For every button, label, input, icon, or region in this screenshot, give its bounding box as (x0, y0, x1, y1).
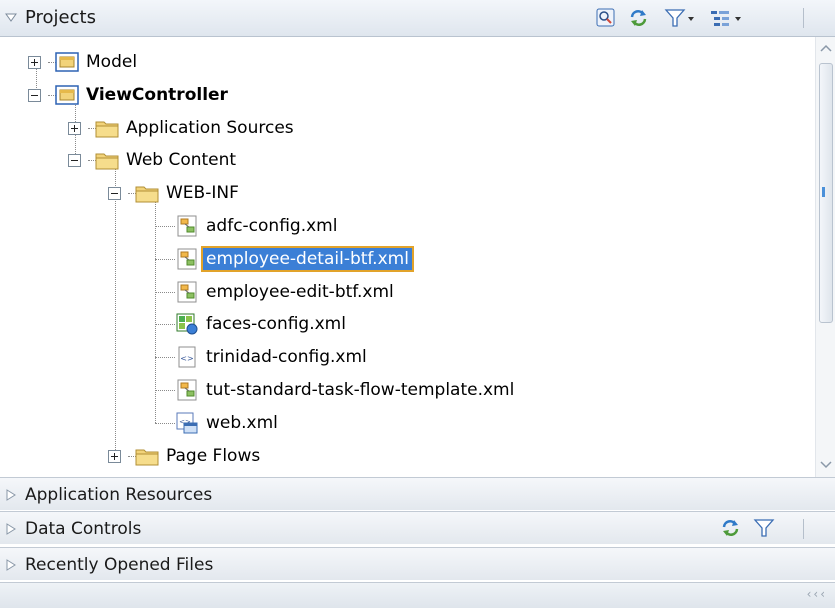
application-resources-pane[interactable]: Application Resources (0, 477, 835, 510)
folder-icon (135, 445, 163, 467)
tree-node-label: employee-edit-btf.xml (206, 281, 394, 302)
tree-vertical-scrollbar[interactable] (815, 37, 835, 477)
expand-triangle-icon[interactable] (6, 559, 16, 571)
tree-node-label: WEB-INF (166, 183, 239, 204)
recently-opened-files-pane[interactable]: Recently Opened Files (0, 547, 835, 580)
tree-node-label: ViewController (86, 84, 228, 105)
folder-icon (95, 149, 123, 171)
web-xml-icon: <> (175, 412, 203, 434)
scroll-grip (822, 187, 825, 197)
tree-node[interactable]: tut-standard-task-flow-template.xml (175, 377, 517, 403)
tree-node[interactable]: WEB-INF (135, 180, 242, 206)
tree-node[interactable]: Model (55, 49, 140, 75)
faces-config-icon (175, 313, 203, 335)
data-controls-title: Data Controls (25, 519, 142, 539)
tree-node[interactable]: faces-config.xml (175, 311, 349, 337)
tree-node[interactable]: Web Content (95, 147, 239, 173)
data-controls-pane[interactable]: Data Controls (0, 511, 835, 544)
expand-triangle-icon[interactable] (6, 523, 16, 535)
scroll-down-arrow-icon[interactable] (819, 457, 833, 471)
collapse-node-toggle[interactable] (108, 187, 121, 201)
tree-branch-line (155, 357, 175, 359)
project-icon (55, 84, 83, 106)
toolbar-separator (803, 8, 804, 28)
tree-node-label: Model (86, 52, 138, 72)
tree-node[interactable]: <> web.xml (175, 410, 281, 436)
expand-node-toggle[interactable] (28, 56, 41, 69)
tree-branch-line (155, 390, 175, 391)
tree-node-label: Application Sources (126, 117, 294, 138)
panel-footer: ‹‹‹ (0, 582, 835, 608)
filter-icon[interactable] (753, 516, 775, 540)
project-tree[interactable]: Model ViewController Application Sources We… (0, 37, 815, 477)
collapse-left-icon[interactable]: ‹‹‹ (807, 587, 827, 601)
project-icon (55, 51, 83, 73)
search-project-icon[interactable] (595, 6, 617, 30)
tree-node-label: employee-detail-btf.xml (201, 245, 414, 272)
tree-node-label: Page Flows (166, 445, 261, 466)
tree-node[interactable]: Application Sources (95, 115, 297, 141)
task-flow-xml-icon (175, 379, 203, 401)
tree-node-label: faces-config.xml (206, 314, 346, 335)
folder-icon (135, 182, 163, 204)
task-flow-xml-icon (175, 248, 203, 270)
tree-node[interactable]: adfc-config.xml (175, 213, 340, 239)
tree-branch-line (155, 291, 175, 293)
svg-text:<>: <> (180, 354, 193, 363)
tree-connector-line (115, 167, 116, 456)
sync-icon[interactable] (627, 6, 651, 30)
tree-node-label: adfc-config.xml (206, 216, 338, 236)
task-flow-xml-icon (175, 215, 203, 237)
working-sets-icon[interactable] (709, 6, 743, 30)
tree-node-label: web.xml (206, 412, 278, 433)
tree-node[interactable]: employee-detail-btf.xml (175, 245, 414, 272)
collapse-triangle-icon[interactable] (5, 12, 17, 24)
filter-icon[interactable] (664, 6, 696, 30)
collapse-node-toggle[interactable] (68, 154, 81, 168)
tree-branch-line (155, 422, 175, 424)
sync-icon[interactable] (719, 516, 743, 540)
recently-opened-files-title: Recently Opened Files (25, 555, 214, 575)
tree-connector-line (36, 69, 37, 88)
tree-branch-line (155, 258, 175, 260)
tree-branch-line (155, 226, 175, 227)
expand-node-toggle[interactable] (68, 121, 81, 135)
task-flow-xml-icon (175, 281, 203, 303)
toolbar-separator (803, 519, 804, 539)
application-resources-title: Application Resources (25, 485, 213, 505)
tree-node-label: trinidad-config.xml (206, 347, 367, 368)
projects-panel-title: Projects (25, 7, 96, 28)
expand-node-toggle[interactable] (108, 449, 121, 463)
tree-node[interactable]: employee-edit-btf.xml (175, 279, 397, 305)
expand-triangle-icon[interactable] (6, 489, 16, 501)
tree-node-label: tut-standard-task-flow-template.xml (206, 380, 515, 400)
tree-node[interactable]: ViewController (55, 82, 231, 108)
tree-node[interactable]: <> trinidad-config.xml (175, 344, 370, 370)
scroll-up-arrow-icon[interactable] (819, 41, 833, 55)
projects-panel-header[interactable]: Projects (0, 0, 835, 37)
tree-node-label: Web Content (126, 150, 237, 171)
tree-branch-line (155, 324, 175, 326)
collapse-node-toggle[interactable] (28, 88, 41, 102)
tree-node[interactable]: Page Flows (135, 443, 263, 469)
xml-file-icon: <> (175, 346, 203, 368)
folder-icon (95, 117, 123, 139)
